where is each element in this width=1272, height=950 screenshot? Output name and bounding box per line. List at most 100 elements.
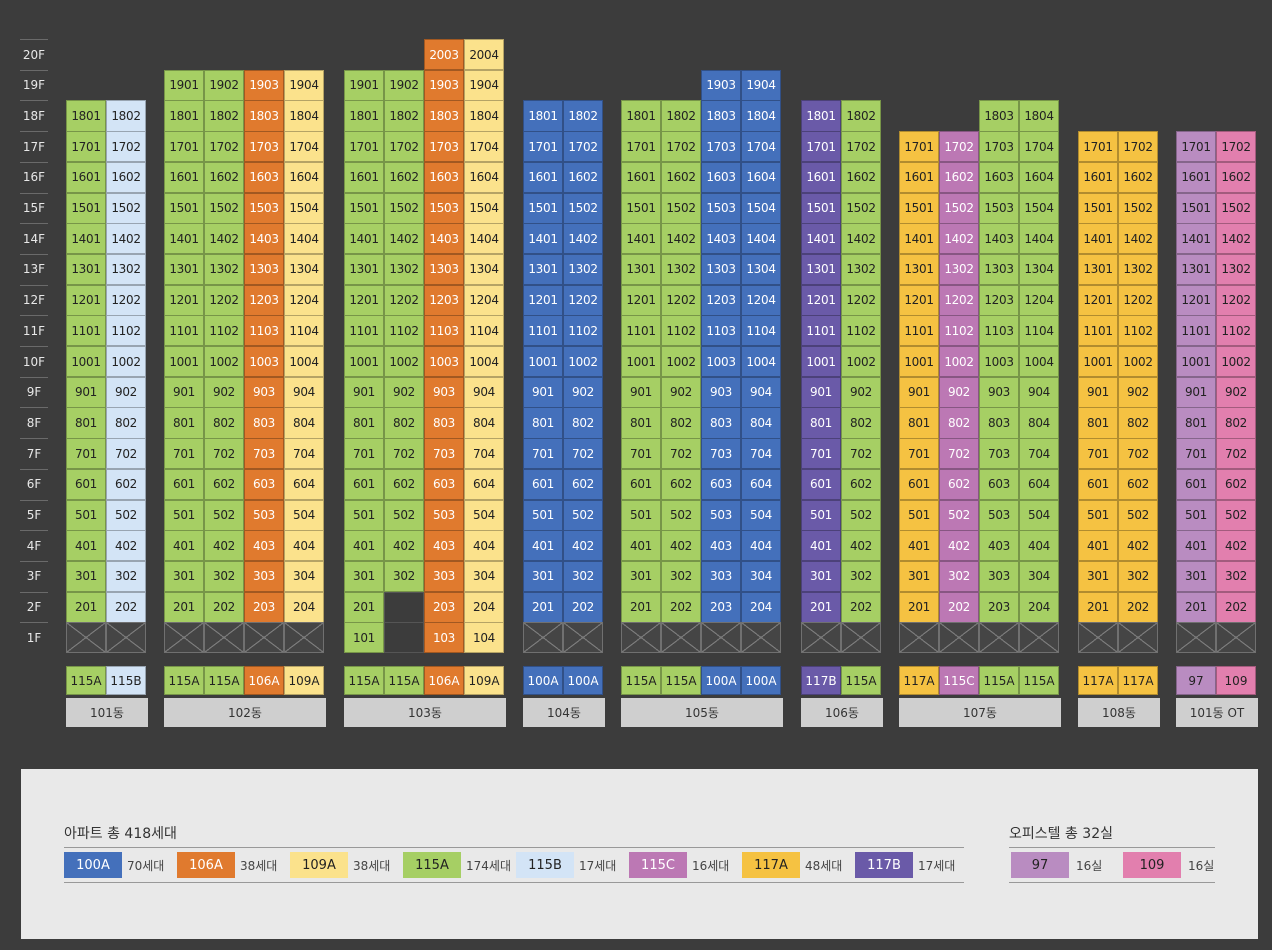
unit-cell: 302 — [106, 560, 146, 593]
unit-cell: 302 — [661, 560, 701, 593]
unit-type-cell: 117A — [899, 666, 939, 695]
pilotis-cell — [164, 622, 204, 654]
unit-cell: 1203 — [701, 284, 741, 316]
unit-cell: 701 — [1078, 438, 1118, 470]
unit-cell: 1403 — [424, 223, 464, 255]
floor-label: 7F — [20, 438, 48, 468]
floor-label: 8F — [20, 407, 48, 437]
unit-cell: 1101 — [344, 315, 384, 347]
unit-cell: 1104 — [464, 315, 504, 347]
legend-count: 16실 — [1076, 858, 1103, 873]
unit-cell: 1103 — [979, 315, 1019, 347]
unit-cell: 1701 — [801, 131, 841, 163]
unit-cell: 702 — [661, 438, 701, 470]
floor-label: 11F — [20, 315, 48, 345]
unit-cell: 601 — [66, 468, 106, 500]
floor-label: 5F — [20, 499, 48, 530]
floor-label: 15F — [20, 192, 48, 223]
unit-cell: 1403 — [244, 223, 284, 255]
pilotis-cell — [661, 622, 701, 654]
unit-cell: 1102 — [384, 315, 424, 347]
unit-cell: 1004 — [464, 346, 504, 378]
unit-cell: 502 — [841, 499, 881, 531]
pilotis-cell — [979, 622, 1019, 654]
pilotis-cell — [1019, 622, 1059, 654]
unit-cell: 1602 — [1216, 161, 1256, 193]
pilotis-cell — [741, 622, 781, 654]
floor-label: 20F — [20, 39, 48, 69]
unit-cell: 803 — [701, 407, 741, 439]
unit-cell: 601 — [1176, 468, 1216, 500]
unit-cell: 901 — [344, 376, 384, 408]
unit-cell: 1504 — [1019, 192, 1059, 224]
unit-cell: 1401 — [621, 223, 661, 255]
building-label: 103동 — [344, 698, 506, 727]
unit-cell: 304 — [464, 560, 504, 593]
unit-cell: 202 — [841, 591, 881, 623]
unit-cell: 1102 — [1118, 315, 1158, 347]
unit-cell: 1801 — [66, 100, 106, 132]
unit-cell: 902 — [1216, 376, 1256, 408]
unit-cell: 1504 — [284, 192, 324, 224]
unit-cell: 302 — [563, 560, 603, 593]
unit-cell: 404 — [741, 530, 781, 562]
unit-cell: 901 — [899, 376, 939, 408]
unit-cell: 1102 — [661, 315, 701, 347]
unit-cell: 1401 — [344, 223, 384, 255]
ot-legend-title: 오피스텔 총 32실 — [1009, 826, 1113, 842]
unit-cell: 1701 — [1176, 131, 1216, 163]
unit-type-cell: 97 — [1176, 666, 1216, 695]
unit-cell: 1101 — [621, 315, 661, 347]
unit-cell: 702 — [1118, 438, 1158, 470]
floor-label: 3F — [20, 560, 48, 591]
legend-panel: 아파트 총 418세대 100A 70세대 106A 38세대 109A 38세대 115A… — [21, 769, 1258, 939]
unit-cell: 901 — [523, 376, 563, 408]
unit-cell: 1302 — [661, 253, 701, 286]
legend-count: 17세대 — [918, 858, 956, 873]
unit-cell: 501 — [1176, 499, 1216, 531]
unit-cell: 1501 — [1078, 192, 1118, 224]
unit-cell: 1803 — [701, 100, 741, 132]
unit-cell: 1402 — [661, 223, 701, 255]
unit-type-cell: 115A — [661, 666, 701, 695]
unit-cell: 201 — [621, 591, 661, 623]
building-label: 101동 OT — [1176, 698, 1258, 727]
floor-label: 9F — [20, 376, 48, 407]
unit-cell: 303 — [244, 560, 284, 593]
pilotis-cell — [939, 622, 979, 654]
unit-type-cell: 115A — [384, 666, 424, 695]
unit-cell: 301 — [1176, 560, 1216, 593]
unit-cell: 1201 — [66, 284, 106, 316]
unit-cell: 801 — [1078, 407, 1118, 439]
unit-cell: 702 — [204, 438, 244, 470]
unit-cell: 1001 — [344, 346, 384, 378]
unit-cell: 803 — [979, 407, 1019, 439]
unit-cell: 403 — [979, 530, 1019, 562]
unit-cell: 1303 — [244, 253, 284, 286]
unit-cell: 601 — [164, 468, 204, 500]
unit-type-cell: 115A — [66, 666, 106, 695]
legend-count: 70세대 — [127, 858, 165, 873]
unit-cell: 401 — [1078, 530, 1118, 562]
unit-cell: 1401 — [1176, 223, 1216, 255]
unit-cell: 1103 — [424, 315, 464, 347]
apt-legend-title: 아파트 총 418세대 — [64, 826, 177, 842]
unit-type-cell: 115A — [344, 666, 384, 695]
unit-cell: 1004 — [741, 346, 781, 378]
unit-cell: 502 — [661, 499, 701, 531]
unit-cell: 1502 — [841, 192, 881, 224]
unit-cell: 1001 — [1176, 346, 1216, 378]
unit-cell: 1302 — [1118, 253, 1158, 286]
unit-cell: 1604 — [284, 161, 324, 193]
unit-cell: 1602 — [939, 161, 979, 193]
unit-cell: 602 — [106, 468, 146, 500]
unit-type-cell: 117A — [1078, 666, 1118, 695]
unit-cell: 504 — [464, 499, 504, 531]
unit-type-cell: 115A — [621, 666, 661, 695]
unit-cell: 1702 — [939, 131, 979, 163]
unit-cell: 401 — [1176, 530, 1216, 562]
unit-cell: 1702 — [563, 131, 603, 163]
unit-cell: 1002 — [563, 346, 603, 378]
unit-cell: 1802 — [661, 100, 701, 132]
unit-cell: 901 — [1176, 376, 1216, 408]
